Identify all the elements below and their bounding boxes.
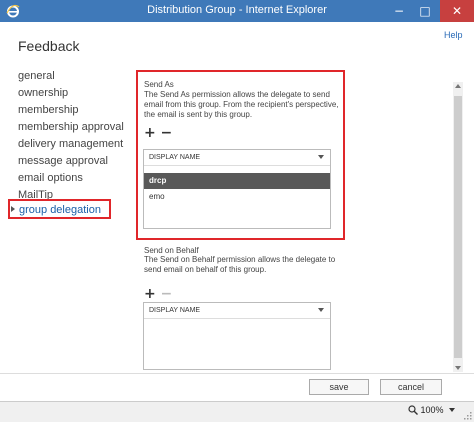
page-title: Feedback	[18, 38, 80, 54]
send-as-list-header[interactable]: DISPLAY NAME	[144, 150, 330, 166]
send-on-behalf-toolbar: + −	[144, 287, 344, 303]
send-on-behalf-section: Send on Behalf The Send on Behalf permis…	[144, 246, 344, 303]
resize-grip-icon[interactable]	[464, 412, 472, 420]
title-bar: Distribution Group - Internet Explorer −…	[0, 0, 474, 22]
help-link[interactable]: Help	[444, 30, 463, 40]
zoom-level: 100%	[420, 405, 444, 415]
send-as-list: DISPLAY NAME drcp emo	[143, 149, 331, 229]
nav-item-ownership[interactable]: ownership	[18, 85, 138, 102]
nav-item-membership[interactable]: membership	[18, 102, 138, 119]
send-on-behalf-title: Send on Behalf	[144, 246, 199, 255]
send-on-behalf-list: DISPLAY NAME	[143, 302, 331, 370]
zoom-control[interactable]: 100%	[408, 405, 456, 415]
send-as-title: Send As	[144, 80, 174, 89]
add-icon[interactable]: +	[144, 126, 156, 140]
nav-item-group-delegation[interactable]: group delegation	[8, 199, 111, 219]
send-on-behalf-list-header[interactable]: DISPLAY NAME	[144, 303, 330, 319]
nav-list: general ownership membership membership …	[8, 68, 138, 219]
magnifier-icon	[408, 405, 418, 415]
nav-item-membership-approval[interactable]: membership approval	[18, 119, 138, 136]
nav-item-email-options[interactable]: email options	[18, 170, 138, 187]
vertical-scrollbar[interactable]	[453, 82, 463, 372]
save-button[interactable]: save	[309, 379, 369, 395]
nav-item-general[interactable]: general	[18, 68, 138, 85]
sort-down-icon	[318, 155, 324, 159]
cancel-button[interactable]: cancel	[380, 379, 442, 395]
list-item[interactable]: emo	[144, 189, 330, 205]
column-header-display-name: DISPLAY NAME	[149, 307, 201, 314]
list-item[interactable]: drcp	[144, 173, 330, 189]
scroll-up-icon[interactable]	[455, 84, 461, 88]
sort-down-icon	[318, 308, 324, 312]
nav-item-delivery-management[interactable]: delivery management	[18, 136, 138, 153]
scroll-thumb[interactable]	[454, 96, 462, 358]
maximize-button[interactable]: □	[412, 0, 438, 22]
scroll-down-icon[interactable]	[455, 366, 461, 370]
send-on-behalf-description: The Send on Behalf permission allows the…	[144, 255, 336, 274]
close-button[interactable]: ✕	[440, 0, 474, 22]
status-bar: 100%	[0, 401, 474, 422]
nav-item-label: group delegation	[19, 204, 101, 216]
column-header-display-name: DISPLAY NAME	[149, 154, 201, 161]
remove-icon[interactable]: −	[160, 126, 172, 140]
footer: save cancel	[0, 373, 474, 401]
minimize-button[interactable]: −	[386, 0, 412, 22]
add-icon[interactable]: +	[144, 287, 156, 301]
remove-icon: −	[160, 286, 173, 302]
caret-right-icon	[11, 206, 15, 212]
chevron-down-icon	[449, 408, 456, 412]
send-as-toolbar: + −	[144, 126, 337, 142]
nav-item-message-approval[interactable]: message approval	[18, 153, 138, 170]
send-as-description: The Send As permission allows the delega…	[144, 90, 339, 119]
